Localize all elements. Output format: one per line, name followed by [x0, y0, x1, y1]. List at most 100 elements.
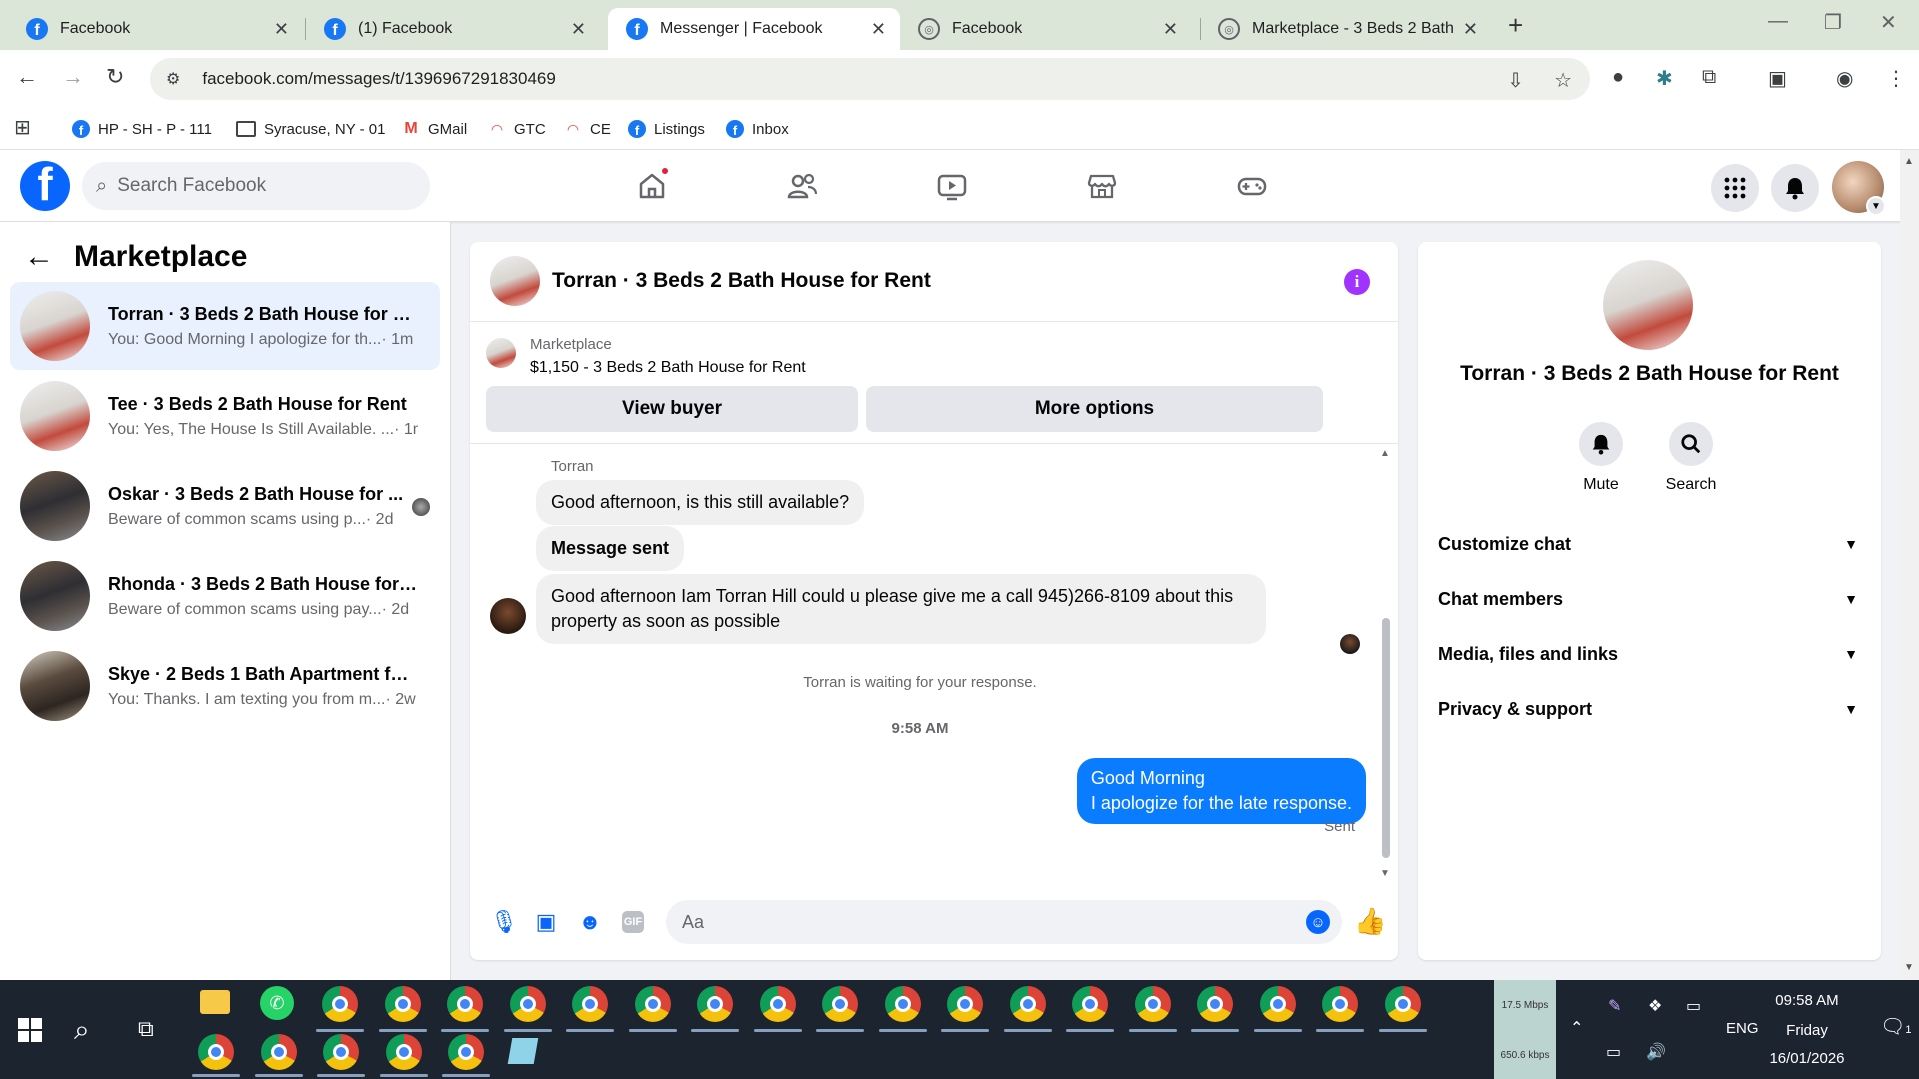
chrome-window-icon[interactable] [1009, 986, 1046, 1022]
bookmark-gtc[interactable]: ◠ GTC [488, 116, 546, 142]
pen-icon[interactable]: ✎ [1608, 996, 1621, 1016]
thumbs-up-icon[interactable]: 👍 [1354, 906, 1386, 937]
forward-arrow-icon[interactable]: → [62, 64, 84, 90]
clock-date[interactable]: 16/01/2026 [1752, 1050, 1862, 1067]
chrome-window-icon[interactable] [1384, 986, 1421, 1022]
scroll-up-icon[interactable]: ▲ [1904, 156, 1914, 167]
network-icon[interactable]: ▭ [1606, 1042, 1621, 1062]
apps-grid-icon[interactable]: ⊞ [14, 115, 31, 140]
chrome-window-icon[interactable] [947, 986, 983, 1022]
extensions-puzzle-icon[interactable]: ⧉ [1702, 66, 1716, 89]
back-arrow-icon[interactable]: ← [16, 64, 38, 90]
extension-icon[interactable]: ✱ [1656, 66, 1673, 91]
chrome-window-icon[interactable] [198, 1034, 234, 1070]
sender-avatar[interactable] [490, 598, 526, 634]
chrome-window-icon[interactable] [634, 986, 671, 1022]
file-explorer-icon[interactable] [200, 990, 230, 1014]
url-text[interactable]: facebook.com/messages/t/1396967291830469 [202, 69, 555, 89]
bookmark-star-icon[interactable]: ☆ [1554, 68, 1572, 93]
task-view-icon[interactable]: ⧉ [138, 1016, 154, 1042]
conversation-item[interactable]: Rhonda · 3 Beds 2 Bath House for ... Bew… [10, 552, 440, 640]
chrome-window-icon[interactable] [1072, 986, 1108, 1022]
gaming-nav[interactable] [1222, 164, 1282, 208]
menu-kebab-icon[interactable]: ⋮ [1886, 66, 1906, 91]
menu-button[interactable] [1711, 164, 1759, 212]
view-buyer-button[interactable]: View buyer [486, 386, 858, 432]
chrome-window-icon[interactable] [1259, 986, 1296, 1022]
close-icon[interactable]: ✕ [274, 19, 289, 40]
chrome-window-icon[interactable] [323, 1034, 359, 1070]
microphone-icon[interactable]: 🎙 [490, 908, 518, 936]
facebook-search[interactable]: ⌕ [82, 162, 430, 210]
chat-members-row[interactable]: Chat members ▼ [1438, 579, 1858, 619]
customize-chat-row[interactable]: Customize chat ▼ [1438, 524, 1858, 564]
conversation-item[interactable]: Oskar · 3 Beds 2 Bath House for ... Bewa… [10, 462, 440, 550]
media-files-row[interactable]: Media, files and links ▼ [1438, 634, 1858, 674]
friends-nav[interactable] [772, 164, 832, 208]
bookmark-inbox[interactable]: f Inbox [726, 116, 789, 142]
watch-nav[interactable] [922, 164, 982, 208]
chrome-window-icon[interactable] [385, 1034, 422, 1070]
bell-icon[interactable] [1579, 422, 1623, 466]
notification-center-icon[interactable]: 🗨1 [1880, 1014, 1912, 1039]
browser-tab-4[interactable]: ◎ Facebook ✕ [900, 8, 1192, 50]
chrome-window-icon[interactable] [447, 986, 483, 1022]
chrome-window-icon[interactable] [260, 1034, 297, 1070]
conversation-item[interactable]: Torran · 3 Beds 2 Bath House for R... Yo… [10, 282, 440, 370]
close-icon[interactable]: ✕ [1463, 19, 1478, 40]
conversation-item[interactable]: Tee · 3 Beds 2 Bath House for Rent You: … [10, 372, 440, 460]
chrome-window-icon[interactable] [1134, 986, 1171, 1022]
cookie-extension-icon[interactable]: ● [1612, 66, 1624, 89]
chat-title[interactable]: Torran · 3 Beds 2 Bath House for Rent [552, 269, 931, 293]
chrome-window-icon[interactable] [509, 986, 546, 1022]
back-arrow-icon[interactable]: ← [24, 240, 54, 274]
bookmark-hp[interactable]: f HP - SH - P - 111 [72, 116, 212, 142]
clock-day[interactable]: Friday [1752, 1022, 1862, 1039]
chrome-window-icon[interactable] [884, 986, 921, 1022]
more-options-button[interactable]: More options [866, 386, 1323, 432]
browser-tab-1[interactable]: f Facebook ✕ [8, 8, 303, 50]
notes-app-icon[interactable] [507, 1038, 539, 1064]
close-icon[interactable]: ✕ [871, 19, 886, 40]
browser-tab-5[interactable]: ◎ Marketplace - 3 Beds 2 Bath Ho ✕ [1200, 8, 1492, 50]
volume-icon[interactable]: 🔊 [1646, 1042, 1666, 1062]
browser-tab-2[interactable]: f (1) Facebook ✕ [306, 8, 600, 50]
scroll-up-icon[interactable]: ▲ [1380, 448, 1390, 459]
bookmark-gmail[interactable]: M GMail [402, 116, 467, 142]
search-icon[interactable] [1669, 422, 1713, 466]
restore-icon[interactable]: ❐ [1824, 10, 1842, 35]
minimize-icon[interactable]: — [1768, 10, 1788, 33]
dropbox-icon[interactable]: ❖ [1648, 996, 1662, 1016]
scroll-down-icon[interactable]: ▼ [1904, 962, 1914, 973]
search-icon[interactable]: ⌕ [74, 1014, 90, 1047]
search-input[interactable] [117, 175, 398, 197]
close-window-icon[interactable]: ✕ [1880, 10, 1897, 35]
chrome-window-icon[interactable] [1197, 986, 1233, 1022]
emoji-icon[interactable]: ☺ [1306, 910, 1330, 934]
chrome-window-icon[interactable] [572, 986, 608, 1022]
install-app-icon[interactable]: ⇩ [1507, 68, 1524, 93]
facebook-logo-icon[interactable]: f [20, 161, 70, 211]
bookmark-syracuse[interactable]: Syracuse, NY - 01 [236, 116, 385, 142]
close-icon[interactable]: ✕ [1163, 19, 1178, 40]
tab-search-icon[interactable]: ▣ [1768, 66, 1787, 91]
chrome-window-icon[interactable] [1322, 986, 1358, 1022]
chrome-window-icon[interactable] [384, 986, 421, 1022]
profile-icon[interactable]: ◉ [1836, 66, 1853, 91]
privacy-support-row[interactable]: Privacy & support ▼ [1438, 689, 1858, 729]
notifications-button[interactable] [1771, 164, 1819, 212]
chevron-up-icon[interactable]: ⌃ [1570, 1018, 1583, 1038]
whatsapp-icon[interactable]: ✆ [260, 986, 294, 1020]
conversation-item[interactable]: Skye · 2 Beds 1 Bath Apartment for... Yo… [10, 642, 440, 730]
scroll-down-icon[interactable]: ▼ [1380, 868, 1390, 879]
search-action[interactable]: Search [1651, 422, 1731, 494]
browser-tab-3[interactable]: f Messenger | Facebook ✕ [608, 8, 900, 50]
photo-icon[interactable]: ▣ [532, 908, 560, 936]
clock-time[interactable]: 09:58 AM [1752, 992, 1862, 1009]
marketplace-nav[interactable] [1072, 164, 1132, 208]
chrome-window-icon[interactable] [822, 986, 858, 1022]
gif-icon[interactable]: GIF [622, 911, 644, 933]
reload-icon[interactable]: ↻ [106, 64, 124, 90]
close-icon[interactable]: ✕ [571, 19, 586, 40]
chevron-down-icon[interactable]: ▼ [1866, 196, 1886, 216]
